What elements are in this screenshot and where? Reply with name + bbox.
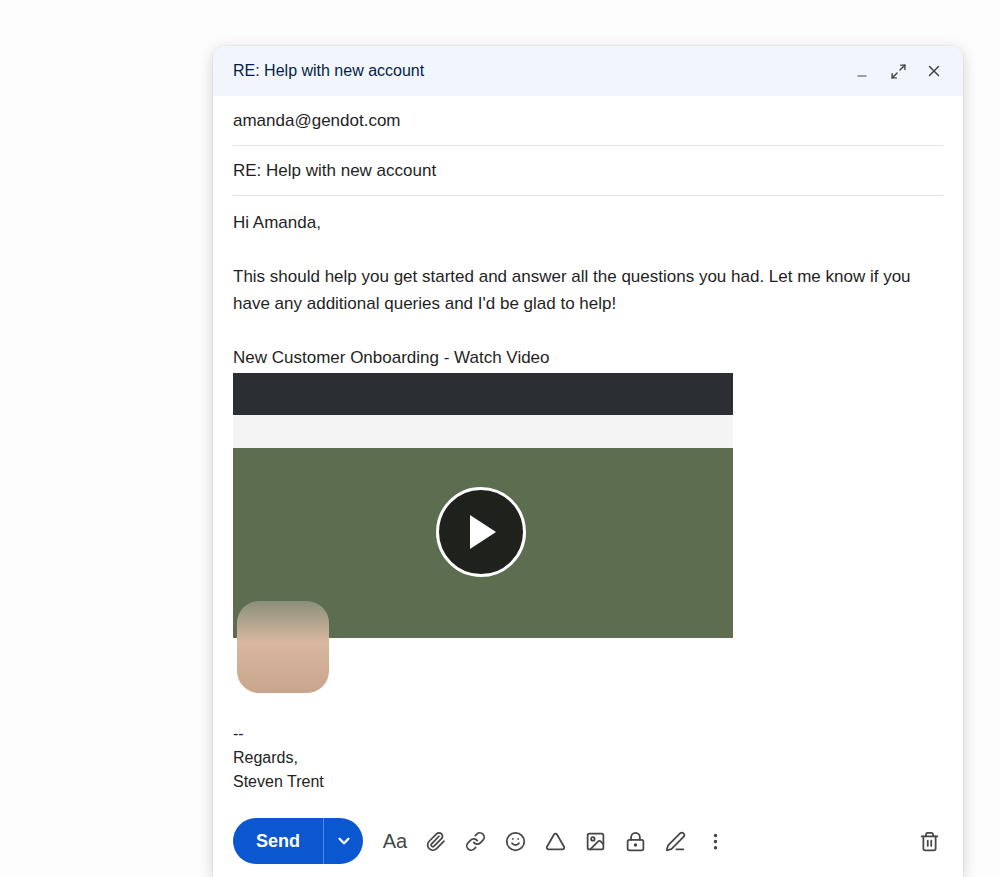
confidential-button[interactable]	[615, 821, 655, 861]
subject-field[interactable]: RE: Help with new account	[233, 146, 943, 196]
video-thumbnail[interactable]	[233, 373, 733, 697]
pen-icon	[665, 831, 686, 852]
trash-icon	[919, 831, 940, 852]
compose-header: RE: Help with new account	[213, 46, 963, 96]
image-icon	[585, 831, 606, 852]
send-options-button[interactable]	[323, 818, 363, 864]
link-button[interactable]	[455, 821, 495, 861]
send-button[interactable]: Send	[233, 818, 323, 864]
drive-button[interactable]	[535, 821, 575, 861]
close-button[interactable]	[921, 58, 947, 84]
to-field[interactable]: amanda@gendot.com	[233, 96, 943, 146]
more-options-button[interactable]	[695, 821, 735, 861]
send-group: Send	[233, 818, 363, 864]
fullscreen-button[interactable]	[885, 58, 911, 84]
compose-toolbar: Send Aa	[213, 818, 963, 877]
video-link[interactable]: New Customer Onboarding - Watch Video	[233, 344, 943, 371]
play-icon	[464, 513, 498, 551]
minimize-icon	[855, 69, 869, 83]
play-button[interactable]	[436, 487, 526, 577]
signature-line: Steven Trent	[233, 770, 943, 794]
signature-line: --	[233, 722, 943, 746]
close-icon	[925, 62, 943, 80]
body-paragraph: This should help you get started and ans…	[233, 263, 943, 317]
chevron-down-icon	[335, 832, 353, 850]
attach-button[interactable]	[415, 821, 455, 861]
minimize-button[interactable]	[849, 58, 875, 84]
discard-button[interactable]	[909, 821, 949, 861]
presenter-bubble	[237, 601, 329, 693]
link-icon	[465, 831, 486, 852]
paperclip-icon	[425, 831, 446, 852]
window-controls	[849, 58, 947, 84]
lock-icon	[625, 831, 646, 852]
greeting: Hi Amanda,	[233, 209, 943, 236]
emoji-button[interactable]	[495, 821, 535, 861]
signature-button[interactable]	[655, 821, 695, 861]
message-body[interactable]: Hi Amanda, This should help you get start…	[213, 196, 963, 818]
page: RE: Help with new accountamanda@gendot.c…	[0, 0, 1000, 877]
formatting-button[interactable]: Aa	[375, 821, 415, 861]
expand-icon	[890, 63, 907, 80]
more-vertical-icon	[705, 831, 726, 852]
compose-window: RE: Help with new accountamanda@gendot.c…	[213, 46, 963, 877]
signature-line: Regards,	[233, 746, 943, 770]
drive-icon	[545, 831, 566, 852]
compose-title: RE: Help with new account	[233, 62, 424, 80]
compose-fields: amanda@gendot.comRE: Help with new accou…	[213, 96, 963, 196]
signature: --Regards,Steven Trent	[233, 722, 943, 794]
smile-icon	[505, 831, 526, 852]
photo-button[interactable]	[575, 821, 615, 861]
